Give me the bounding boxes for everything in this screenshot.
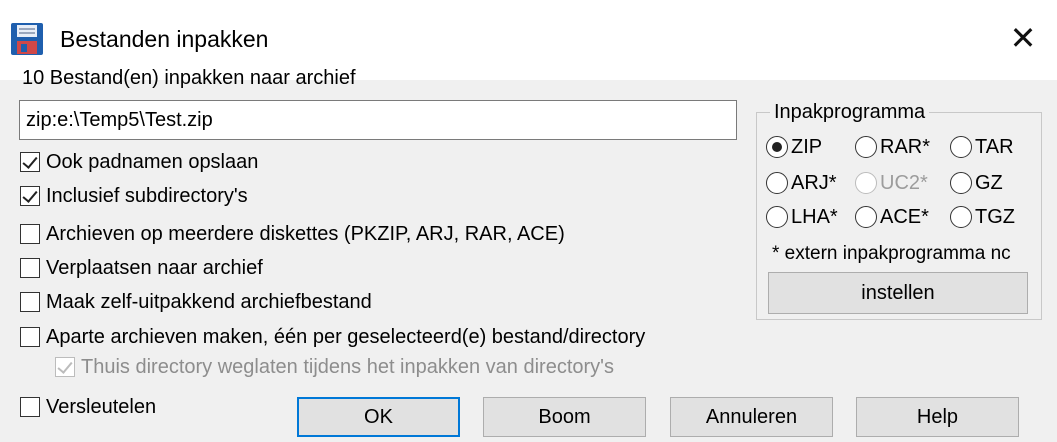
window-title: Bestanden inpakken [60,26,269,52]
packer-option-uc2: UC2* [855,168,928,198]
option-label: Inclusief subdirectory's [46,185,248,207]
option-separate-archives[interactable]: Aparte archieven maken, één per geselect… [20,322,645,352]
radio-button[interactable] [766,172,788,194]
option-save-paths[interactable]: Ook padnamen opslaan [20,147,258,177]
radio-button[interactable] [950,172,972,194]
packer-option-arj[interactable]: ARJ* [766,168,837,198]
help-button[interactable]: Help [856,397,1019,437]
packer-option-gz[interactable]: GZ [950,168,1003,198]
radio-label: UC2* [880,172,928,194]
option-encrypt[interactable]: Versleutelen [20,392,156,422]
radio-label: LHA* [791,206,838,228]
radio-label: ARJ* [791,172,837,194]
radio-button[interactable] [950,136,972,158]
radio-button[interactable] [766,206,788,228]
option-label: Verplaatsen naar archief [46,257,263,279]
option-checkbox[interactable] [20,258,40,278]
option-include-subdirs[interactable]: Inclusief subdirectory's [20,181,248,211]
radio-button[interactable] [950,206,972,228]
radio-button[interactable] [766,136,788,158]
configure-button[interactable]: instellen [768,272,1028,314]
radio-button[interactable] [855,206,877,228]
option-checkbox[interactable] [20,152,40,172]
radio-label: ZIP [791,136,823,158]
packer-option-lha[interactable]: LHA* [766,202,838,232]
packer-group-title: Inpakprogramma [770,98,930,126]
tree-button[interactable]: Boom [483,397,646,437]
packer-option-rar[interactable]: RAR* [855,132,930,162]
header-text: 10 Bestand(en) inpakken naar archief [22,67,356,89]
radio-button [855,172,877,194]
option-checkbox[interactable] [20,224,40,244]
radio-label: GZ [975,172,1003,194]
radio-button[interactable] [855,136,877,158]
option-checkbox[interactable] [20,397,40,417]
packer-option-tar[interactable]: TAR [950,132,1014,162]
packer-option-ace[interactable]: ACE* [855,202,929,232]
option-label: Aparte archieven maken, één per geselect… [46,326,646,348]
option-multi-volume[interactable]: Archieven op meerdere diskettes (PKZIP, … [20,219,565,249]
radio-label: ACE* [880,206,929,228]
archive-path-input[interactable] [19,100,737,140]
radio-label: TGZ [975,206,1015,228]
option-label: Versleutelen [46,396,157,418]
option-label: Maak zelf-uitpakkend archiefbestand [46,291,372,313]
option-move-to-archive[interactable]: Verplaatsen naar archief [20,253,263,283]
radio-label: RAR* [880,136,931,158]
option-checkbox[interactable] [20,186,40,206]
option-omit-home-dir: Thuis directory weglaten tijdens het inp… [55,352,614,382]
option-checkbox[interactable] [20,327,40,347]
option-checkbox [55,357,75,377]
option-label: Ook padnamen opslaan [46,151,259,173]
option-label: Thuis directory weglaten tijdens het inp… [81,356,614,378]
external-packer-note: * extern inpakprogramma nc [772,243,1011,264]
option-label: Archieven op meerdere diskettes (PKZIP, … [46,223,565,245]
close-icon: ✕ [1009,20,1037,56]
packer-option-zip[interactable]: ZIP [766,132,822,162]
ok-button[interactable]: OK [297,397,460,437]
floppy-disk-icon [11,23,43,55]
cancel-button[interactable]: Annuleren [670,397,833,437]
option-checkbox[interactable] [20,292,40,312]
option-self-extracting[interactable]: Maak zelf-uitpakkend archiefbestand [20,287,372,317]
radio-label: TAR [975,136,1014,158]
packer-option-tgz[interactable]: TGZ [950,202,1015,232]
close-button[interactable]: ✕ [1003,18,1043,58]
